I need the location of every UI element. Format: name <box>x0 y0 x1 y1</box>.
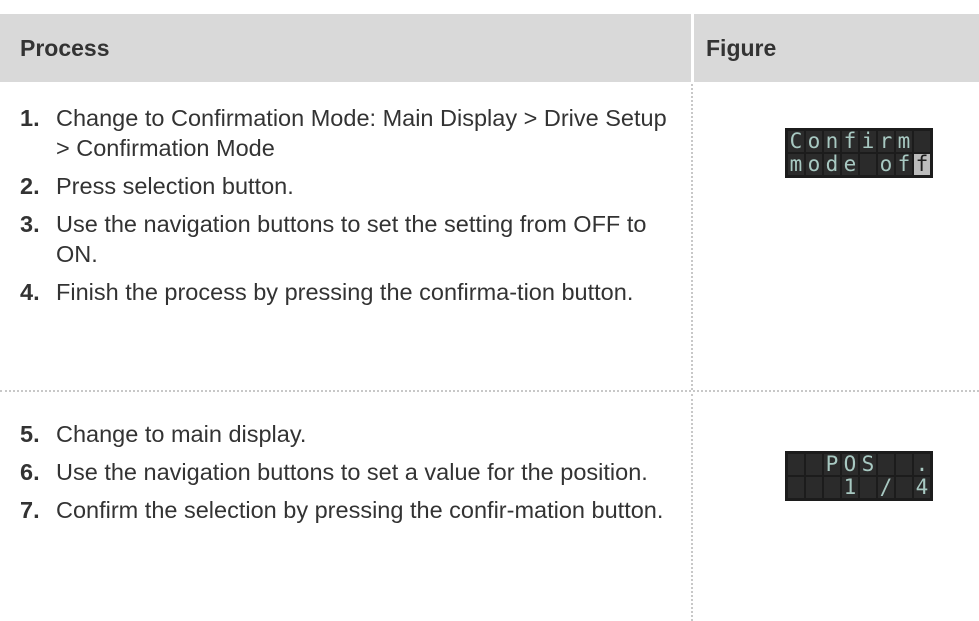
lcd-character: f <box>896 154 912 175</box>
table-header: Process Figure <box>0 14 979 82</box>
lcd-character <box>788 477 804 498</box>
lcd-character: e <box>842 154 858 175</box>
step-number: 5. <box>20 421 40 447</box>
lcd-character: . <box>914 454 930 475</box>
column-divider-row-1 <box>691 84 693 390</box>
step-2: 2. Press selection button. <box>20 171 680 201</box>
position-lcd-figure: P O S. 1 / 4 <box>785 451 933 501</box>
step-number: 7. <box>20 497 40 523</box>
step-text: Confirm the selection by pressing the co… <box>56 497 664 523</box>
lcd-character: f <box>914 154 930 175</box>
lcd-character: P <box>824 454 840 475</box>
header-separator <box>691 14 694 82</box>
column-divider-row-2 <box>691 394 693 621</box>
confirm-mode-lcd-figure: Confirmmodeoff <box>785 128 933 178</box>
steps-list-1: 1. Change to Confirmation Mode: Main Dis… <box>20 103 680 315</box>
step-text: Change to Confirmation Mode: Main Displa… <box>56 105 667 161</box>
lcd-character <box>914 131 930 152</box>
step-number: 3. <box>20 211 40 237</box>
lcd-character: n <box>824 131 840 152</box>
lcd-character: m <box>896 131 912 152</box>
step-3: 3. Use the navigation buttons to set the… <box>20 209 680 269</box>
lcd-character: o <box>878 154 894 175</box>
lcd-character <box>896 477 912 498</box>
step-5: 5. Change to main display. <box>20 419 680 449</box>
step-text: Use the navigation buttons to set a valu… <box>56 459 648 485</box>
lcd-character <box>878 454 894 475</box>
process-column-header: Process <box>20 35 110 61</box>
lcd-character <box>824 477 840 498</box>
step-number: 2. <box>20 173 40 199</box>
steps-list-2: 5. Change to main display. 6. Use the na… <box>20 419 680 533</box>
step-text: Use the navigation buttons to set the se… <box>56 211 647 267</box>
lcd-character: 4 <box>914 477 930 498</box>
lcd-character: 1 <box>842 477 858 498</box>
lcd-character <box>860 154 876 175</box>
lcd-character: O <box>842 454 858 475</box>
lcd-character: S <box>860 454 876 475</box>
lcd-character <box>806 454 822 475</box>
lcd-character: / <box>878 477 894 498</box>
lcd-character: r <box>878 131 894 152</box>
step-6: 6. Use the navigation buttons to set a v… <box>20 457 680 487</box>
lcd-character: o <box>806 154 822 175</box>
lcd-character: C <box>788 131 804 152</box>
step-number: 6. <box>20 459 40 485</box>
lcd-character: o <box>806 131 822 152</box>
step-1: 1. Change to Confirmation Mode: Main Dis… <box>20 103 680 163</box>
step-4: 4. Finish the process by pressing the co… <box>20 277 680 307</box>
figure-column-header: Figure <box>706 35 777 61</box>
lcd-character: f <box>842 131 858 152</box>
lcd-character: i <box>860 131 876 152</box>
step-number: 4. <box>20 279 40 305</box>
step-text: Press selection button. <box>56 173 294 199</box>
row-divider <box>0 390 979 392</box>
lcd-character <box>896 454 912 475</box>
step-7: 7. Confirm the selection by pressing the… <box>20 495 680 525</box>
step-text: Change to main display. <box>56 421 307 447</box>
lcd-character <box>860 477 876 498</box>
lcd-character: m <box>788 154 804 175</box>
step-number: 1. <box>20 105 40 131</box>
step-text: Finish the process by pressing the confi… <box>56 279 634 305</box>
lcd-character: d <box>824 154 840 175</box>
lcd-character <box>788 454 804 475</box>
lcd-character <box>806 477 822 498</box>
